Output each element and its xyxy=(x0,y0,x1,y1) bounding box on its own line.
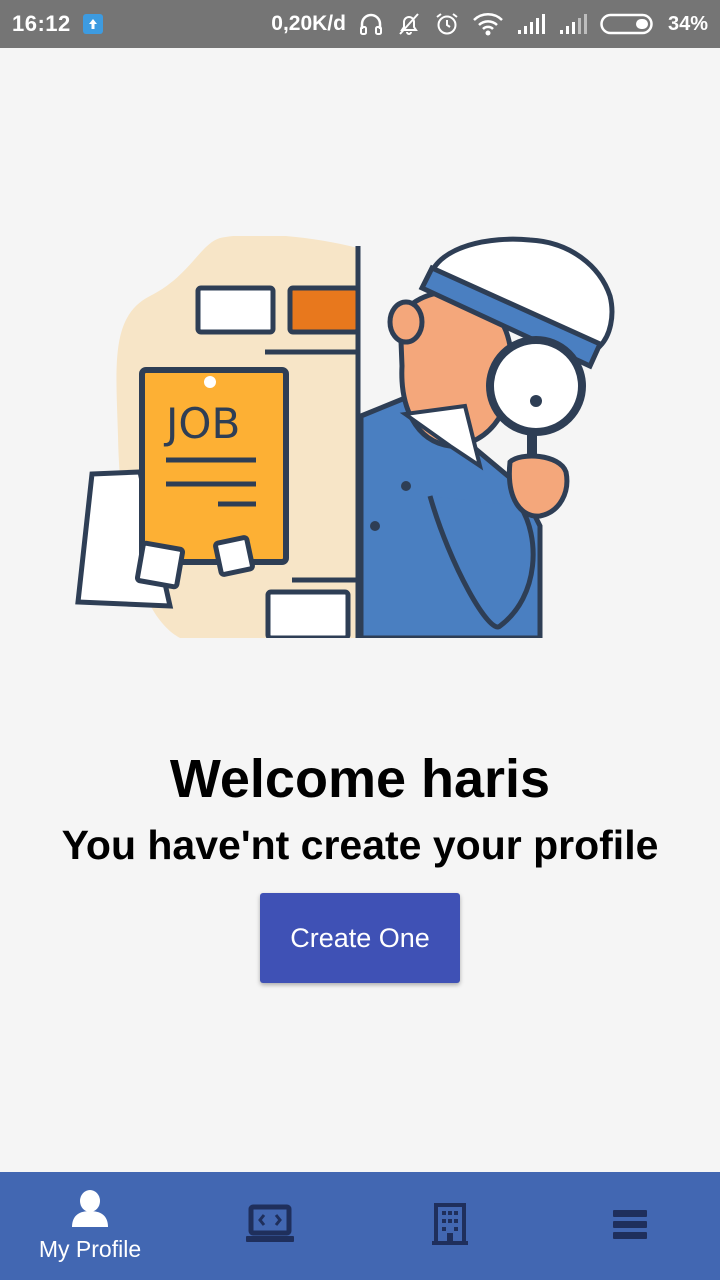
upload-notification-icon xyxy=(82,14,103,34)
nav-item-projects[interactable] xyxy=(180,1172,360,1280)
headphones-icon xyxy=(358,11,384,37)
nav-item-my-profile[interactable]: My Profile xyxy=(0,1172,180,1280)
network-speed: 0,20K/d xyxy=(271,12,346,35)
person-icon xyxy=(70,1189,110,1232)
building-icon xyxy=(432,1202,468,1250)
bottom-navigation: My Profile xyxy=(0,1172,720,1280)
wifi-icon xyxy=(472,11,504,37)
laptop-code-icon xyxy=(245,1204,295,1249)
nav-label-my-profile: My Profile xyxy=(38,1236,142,1262)
battery-percent: 34% xyxy=(667,12,708,35)
notifications-off-icon xyxy=(396,11,422,37)
signal-icon-2 xyxy=(558,12,588,36)
menu-icon xyxy=(612,1208,648,1245)
nav-item-companies[interactable] xyxy=(360,1172,540,1280)
create-profile-button[interactable]: Create One xyxy=(260,893,460,983)
status-time: 16:12 xyxy=(12,11,71,36)
signal-icon xyxy=(516,12,546,36)
alarm-icon xyxy=(434,11,460,37)
job-sheet-text: JOB xyxy=(163,399,240,448)
status-bar: 16:12 0,20K/d 34% xyxy=(0,0,720,48)
nav-item-menu[interactable] xyxy=(540,1172,720,1280)
battery-icon xyxy=(600,12,656,36)
job-search-illustration: JOB xyxy=(70,234,630,641)
welcome-title: Welcome haris xyxy=(169,749,551,809)
profile-missing-subtitle: You have'nt create your profile xyxy=(61,822,659,868)
